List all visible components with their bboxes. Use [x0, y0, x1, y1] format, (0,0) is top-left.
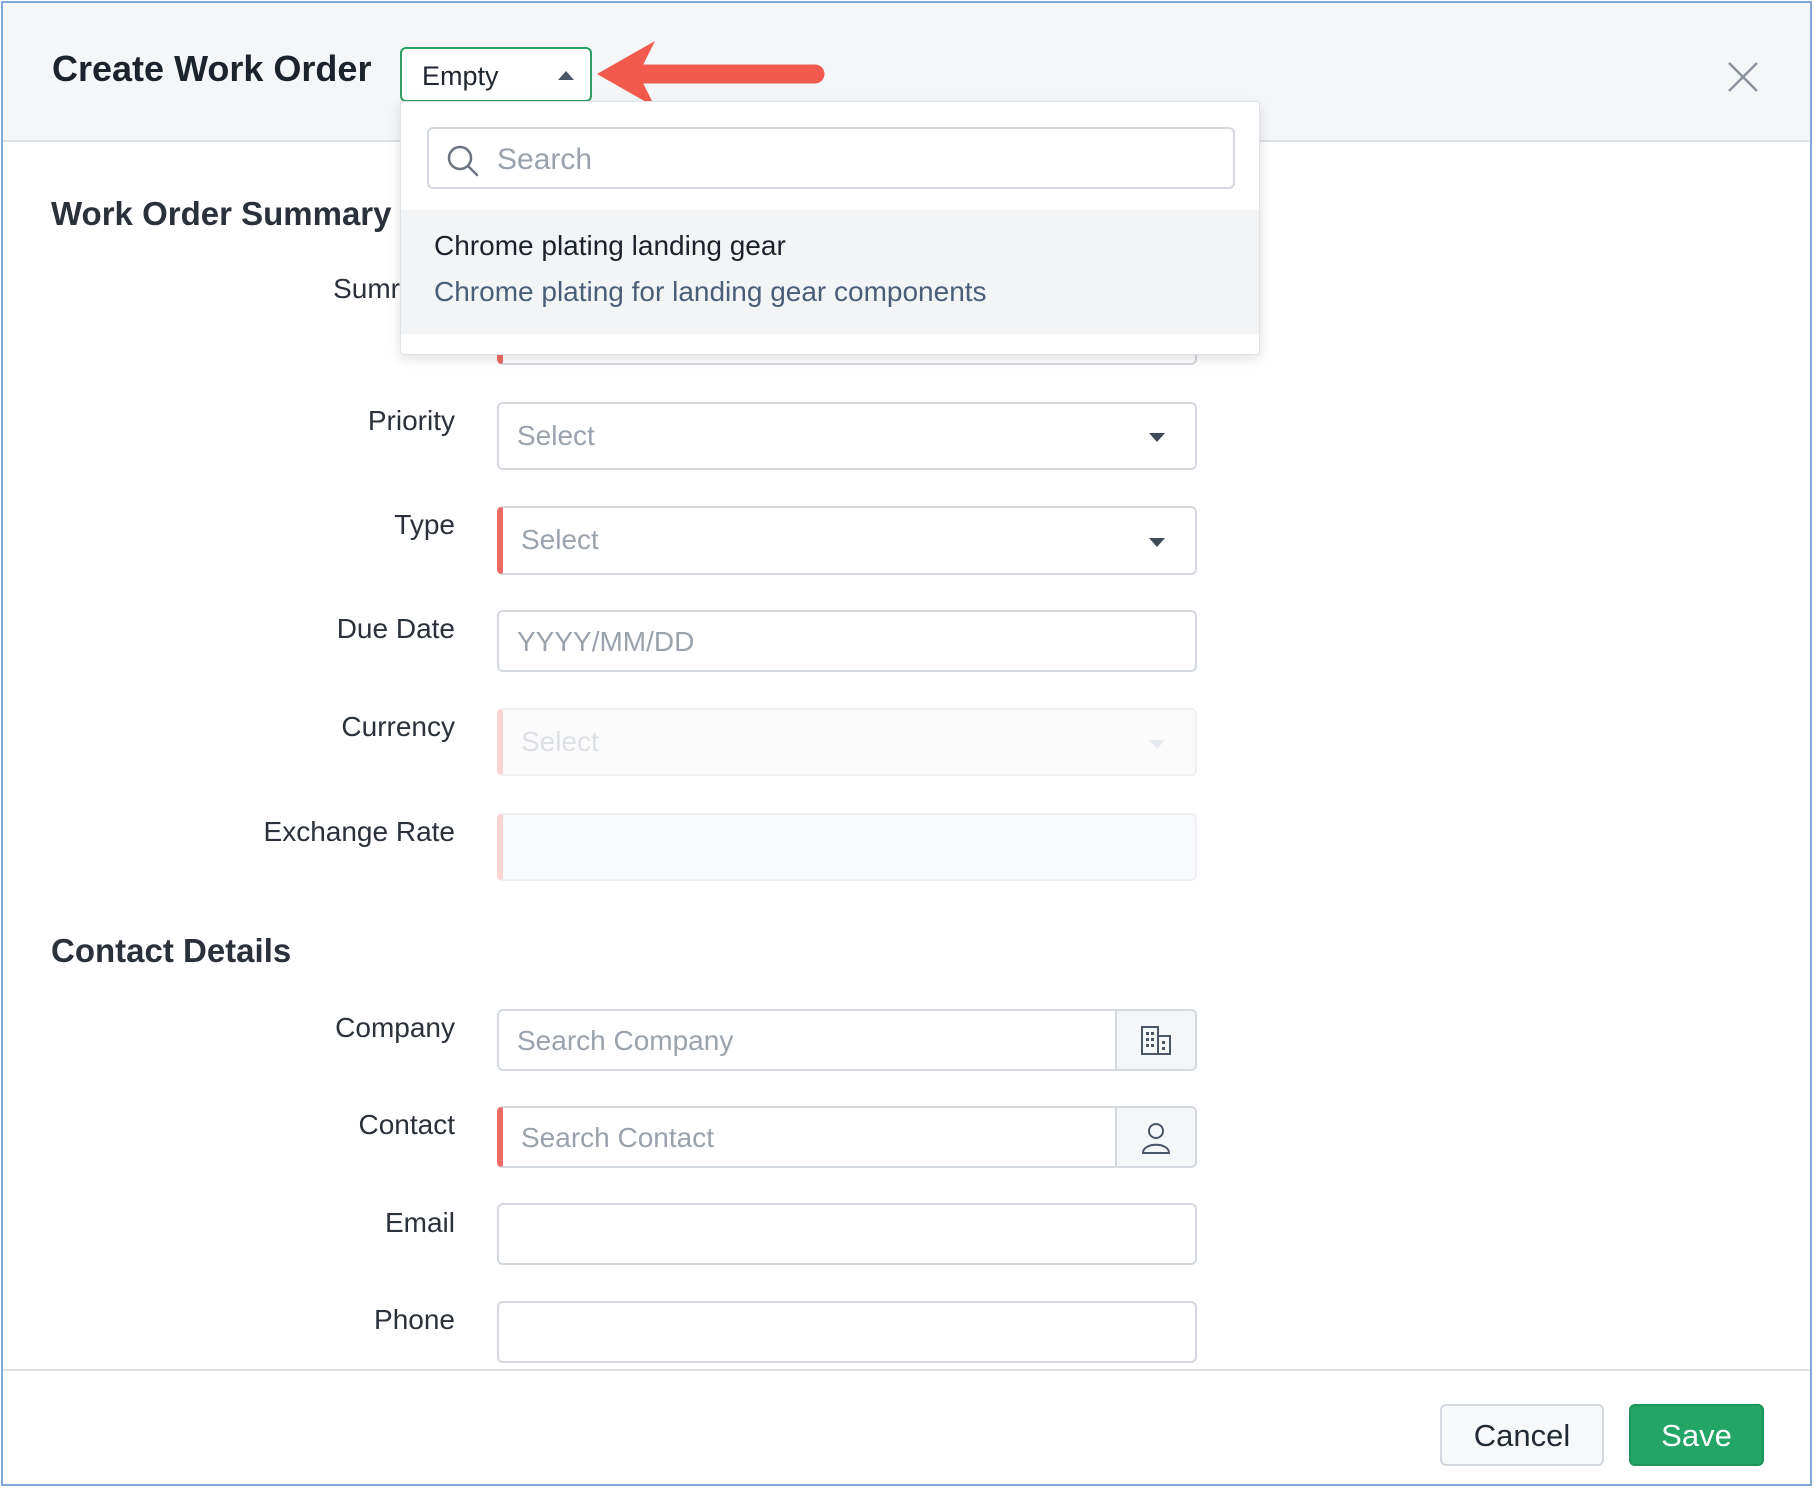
- annotation-arrow-icon: [597, 41, 825, 107]
- due-date-input[interactable]: YYYY/MM/DD: [497, 610, 1197, 672]
- currency-placeholder: Select: [521, 726, 599, 757]
- template-option-name: Chrome plating landing gear: [434, 230, 786, 261]
- template-dropdown: Search Chrome plating landing gear Chrom…: [400, 101, 1260, 355]
- person-icon: [1141, 1123, 1171, 1154]
- template-select-value: Empty: [422, 61, 499, 91]
- type-select[interactable]: Select: [497, 506, 1197, 575]
- company-lookup-button[interactable]: [1115, 1011, 1195, 1069]
- caret-up-icon: [558, 71, 574, 80]
- summary-label: Sumr: [333, 273, 400, 304]
- exchange-rate-label: Exchange Rate: [263, 816, 455, 847]
- chevron-down-icon: [1149, 538, 1165, 547]
- modal-footer: Cancel Save: [3, 1369, 1810, 1484]
- template-search-placeholder: Search: [497, 143, 593, 176]
- template-option[interactable]: Chrome plating landing gear Chrome plati…: [401, 210, 1259, 334]
- section-title-contact: Contact Details: [51, 932, 292, 969]
- phone-field[interactable]: [497, 1301, 1197, 1363]
- contact-search-input[interactable]: Search Contact: [497, 1106, 1197, 1168]
- chevron-down-icon: [1149, 433, 1165, 442]
- currency-label: Currency: [341, 711, 455, 742]
- contact-lookup-button[interactable]: [1115, 1108, 1195, 1166]
- search-icon: [447, 145, 479, 177]
- priority-placeholder: Select: [517, 420, 595, 451]
- phone-label: Phone: [374, 1304, 455, 1335]
- company-label: Company: [335, 1012, 455, 1043]
- chevron-down-icon: [1149, 740, 1165, 749]
- company-placeholder: Search Company: [517, 1025, 734, 1056]
- email-field[interactable]: [497, 1203, 1197, 1265]
- close-icon[interactable]: [1725, 59, 1761, 95]
- cancel-button[interactable]: Cancel: [1440, 1404, 1604, 1466]
- priority-label: Priority: [367, 405, 455, 436]
- building-icon: [1141, 1026, 1171, 1055]
- create-work-order-modal: Create Work Order Empty Work Order Summa…: [1, 1, 1812, 1486]
- company-search-input[interactable]: Search Company: [497, 1009, 1197, 1071]
- modal-title: Create Work Order: [52, 48, 372, 89]
- due-date-label: Due Date: [336, 613, 455, 644]
- exchange-rate-input: [497, 813, 1197, 881]
- type-placeholder: Select: [521, 524, 599, 555]
- type-label: Type: [394, 509, 455, 540]
- section-title-summary: Work Order Summary: [51, 195, 392, 232]
- template-search-input[interactable]: Search: [427, 127, 1235, 189]
- currency-select: Select: [497, 708, 1197, 776]
- save-button[interactable]: Save: [1629, 1404, 1764, 1466]
- contact-placeholder: Search Contact: [521, 1122, 714, 1153]
- template-option-description: Chrome plating for landing gear componen…: [434, 276, 987, 307]
- priority-select[interactable]: Select: [497, 402, 1197, 470]
- due-date-placeholder: YYYY/MM/DD: [517, 626, 695, 657]
- template-select[interactable]: Empty: [400, 47, 592, 102]
- email-label: Email: [384, 1207, 455, 1238]
- contact-label: Contact: [358, 1109, 456, 1140]
